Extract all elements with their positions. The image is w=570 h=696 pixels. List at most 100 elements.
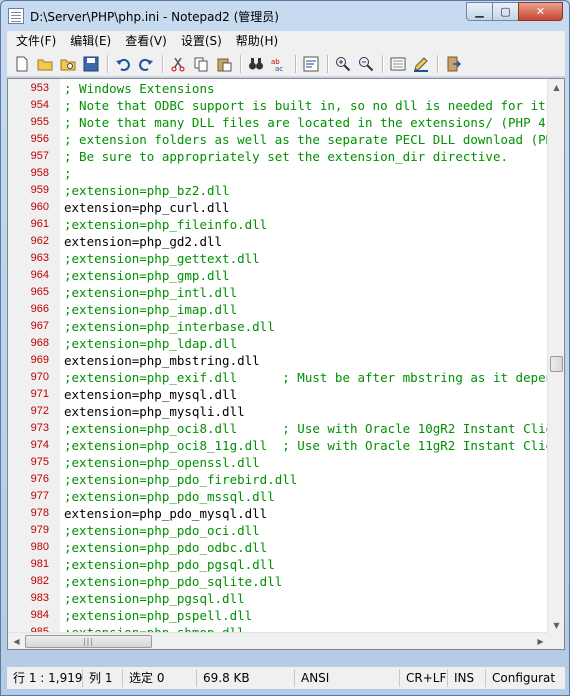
menu-view[interactable]: 查看(V) [118, 31, 174, 51]
new-file-button[interactable] [11, 53, 33, 75]
code-line[interactable]: 953 ; Windows Extensions [8, 80, 549, 97]
horizontal-scroll-thumb[interactable]: ||| [25, 635, 152, 648]
menu-settings[interactable]: 设置(S) [174, 31, 229, 51]
code-line[interactable]: 966 ;extension=php_imap.dll [8, 301, 549, 318]
code-line[interactable]: 962 extension=php_gd2.dll [8, 233, 549, 250]
line-number: 975 [30, 456, 49, 468]
line-text: ;extension=php_fileinfo.dll [64, 217, 268, 232]
paste-clipboard-icon [217, 58, 232, 71]
line-number: 979 [30, 524, 49, 536]
code-line[interactable]: 970 ;extension=php_exif.dll ; Must be aft… [8, 369, 564, 386]
line-number: 960 [30, 201, 49, 213]
scroll-left-arrow-icon[interactable]: ◀ [8, 633, 25, 649]
cut-button[interactable] [167, 53, 189, 75]
line-number: 971 [30, 388, 49, 400]
line-number: 956 [30, 133, 49, 145]
scheme-list-icon [390, 57, 406, 70]
code-line[interactable]: 967 ;extension=php_interbase.dll [8, 318, 549, 335]
code-line[interactable]: 956; extension folders as well as the se… [8, 131, 561, 148]
zoom-out-icon [359, 56, 374, 71]
line-text: ;extension=php_imap.dll [64, 302, 238, 317]
text-editor[interactable]: 953 ; Windows Extensions 954 ; Note that OD… [7, 78, 565, 650]
line-number: 968 [30, 337, 49, 349]
line-number: 973 [30, 422, 49, 434]
line-text: ; Be sure to appropriately set the exten… [64, 149, 509, 164]
line-number: 961 [30, 218, 49, 230]
pencil-edit-icon [414, 56, 428, 72]
code-line[interactable]: 980 ;extension=php_pdo_odbc.dll [8, 539, 549, 556]
menu-help[interactable]: 帮助(H) [229, 31, 285, 51]
minimize-icon: ▁ [475, 5, 484, 18]
code-line[interactable]: 973 ;extension=php_oci8.dll ; Use with Or… [8, 420, 564, 437]
svg-text:ac: ac [275, 65, 283, 72]
open-file-button[interactable] [34, 53, 56, 75]
line-number: 957 [30, 150, 49, 162]
replace-button[interactable]: ab ac [268, 53, 290, 75]
code-line[interactable]: 968 ;extension=php_ldap.dll [8, 335, 549, 352]
minimize-button[interactable]: ▁ [466, 2, 493, 21]
line-text: ;extension=php_pgsql.dll [64, 591, 245, 606]
code-line[interactable]: 954 ; Note that ODBC support is built in,… [8, 97, 554, 114]
vertical-scrollbar[interactable]: ▲ ▼ [547, 79, 564, 634]
menu-edit[interactable]: 编辑(E) [63, 31, 118, 51]
status-encoding[interactable]: ANSI [295, 669, 400, 687]
code-line[interactable]: 960 extension=php_curl.dll [8, 199, 549, 216]
redo-button[interactable] [135, 53, 157, 75]
code-line[interactable]: 981 ;extension=php_pdo_pgsql.dll [8, 556, 549, 573]
toolbar-separator [240, 54, 241, 73]
horizontal-scrollbar[interactable]: ◀ ||| ▶ [8, 632, 549, 649]
title-bar[interactable]: D:\Server\PHP\php.ini - Notepad2 (管理员) ▁… [1, 1, 569, 31]
code-line[interactable]: 977 ;extension=php_pdo_mssql.dll [8, 488, 549, 505]
scroll-up-arrow-icon[interactable]: ▲ [548, 79, 564, 96]
scheme-button[interactable] [387, 53, 409, 75]
line-text: ;extension=php_ldap.dll [64, 336, 238, 351]
code-line[interactable]: 969 extension=php_mbstring.dll [8, 352, 549, 369]
undo-button[interactable] [112, 53, 134, 75]
paste-button[interactable] [213, 53, 235, 75]
vertical-scroll-thumb[interactable] [550, 356, 563, 372]
line-text: ;extension=php_pdo_sqlite.dll [64, 574, 283, 589]
line-number: 981 [30, 558, 49, 570]
line-text: ; Windows Extensions [64, 81, 215, 96]
line-text: ;extension=php_pspell.dll [64, 608, 253, 623]
browse-folder-icon [60, 59, 76, 70]
close-button[interactable]: ✕ [518, 2, 563, 21]
code-line[interactable]: 979 ;extension=php_pdo_oci.dll [8, 522, 549, 539]
code-line[interactable]: 971 extension=php_mysql.dll [8, 386, 549, 403]
code-line[interactable]: 976 ;extension=php_pdo_firebird.dll [8, 471, 549, 488]
code-line[interactable]: 955 ; Note that many DLL files are locate… [8, 114, 564, 131]
browse-button[interactable] [57, 53, 79, 75]
code-line[interactable]: 959 ;extension=php_bz2.dll [8, 182, 549, 199]
code-line[interactable]: 958; [8, 165, 549, 182]
code-line[interactable]: 961 ;extension=php_fileinfo.dll [8, 216, 549, 233]
line-number: 976 [30, 473, 49, 485]
code-line[interactable]: 965 ;extension=php_intl.dll [8, 284, 549, 301]
save-button[interactable] [80, 53, 102, 75]
menu-file[interactable]: 文件(F) [9, 31, 63, 51]
code-line[interactable]: 975 ;extension=php_openssl.dll [8, 454, 549, 471]
code-line[interactable]: 983 ;extension=php_pgsql.dll [8, 590, 549, 607]
code-line[interactable]: 974 ;extension=php_oci8_11g.dll ; Use wit… [8, 437, 564, 454]
code-line[interactable]: 978 extension=php_pdo_mysql.dll [8, 505, 549, 522]
code-line[interactable]: 964 ;extension=php_gmp.dll [8, 267, 549, 284]
code-line[interactable]: 957 ; Be sure to appropriately set the ex… [8, 148, 549, 165]
zoom-in-button[interactable] [332, 53, 354, 75]
status-line-endings[interactable]: CR+LF [400, 669, 448, 687]
find-button[interactable] [245, 53, 267, 75]
code-line[interactable]: 963 ;extension=php_gettext.dll [8, 250, 549, 267]
copy-button[interactable] [190, 53, 212, 75]
word-wrap-button[interactable] [300, 53, 322, 75]
line-text: ;extension=php_pdo_mssql.dll [64, 489, 275, 504]
code-line[interactable]: 984 ;extension=php_pspell.dll [8, 607, 549, 624]
exit-button[interactable] [442, 53, 464, 75]
maximize-button[interactable]: ▢ [492, 2, 519, 21]
customize-scheme-button[interactable] [410, 53, 432, 75]
status-scheme[interactable]: Configurat [486, 669, 565, 687]
status-insert-mode[interactable]: INS [448, 669, 486, 687]
code-line[interactable]: 982 ;extension=php_pdo_sqlite.dll [8, 573, 549, 590]
code-line[interactable]: 972 extension=php_mysqli.dll [8, 403, 549, 420]
line-number: 967 [30, 320, 49, 332]
line-text: ;extension=php_oci8.dll ; Use with Oracl… [64, 421, 565, 436]
line-text: extension=php_gd2.dll [64, 234, 223, 249]
zoom-out-button[interactable] [355, 53, 377, 75]
